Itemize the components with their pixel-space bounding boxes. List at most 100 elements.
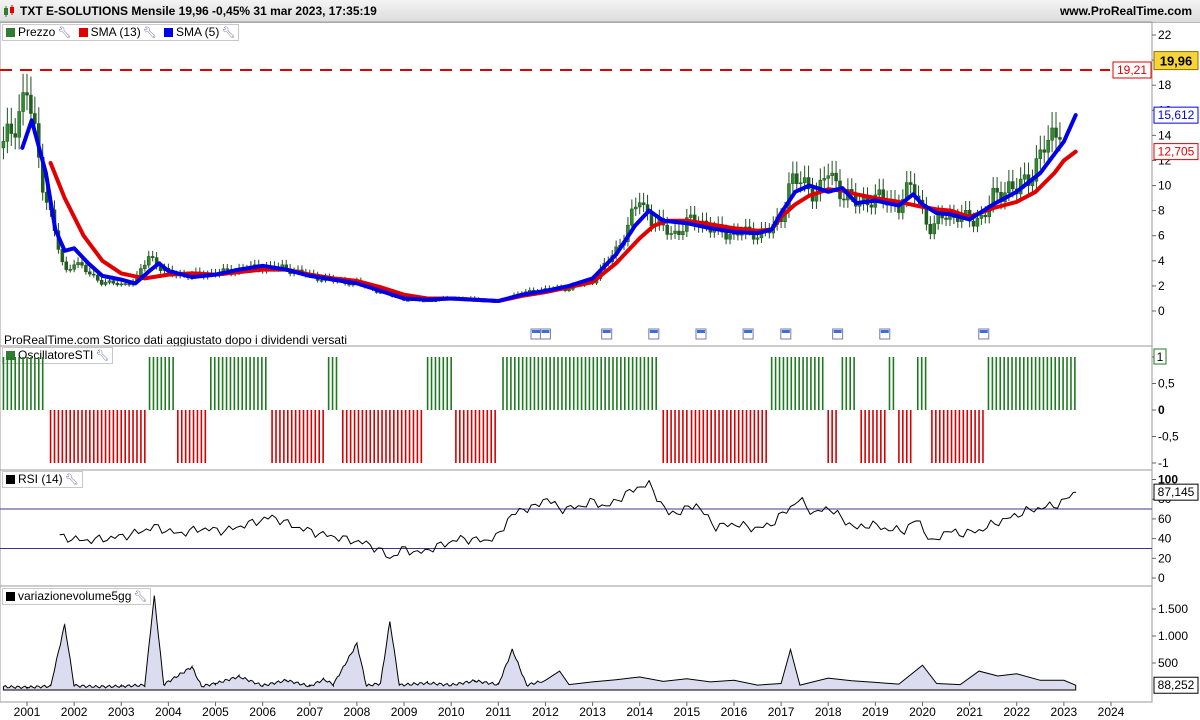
price-candle (150, 256, 155, 258)
volume-area (2, 595, 1077, 691)
price-candle (1042, 149, 1046, 153)
dividend-marker-band (649, 330, 658, 333)
price-candle (724, 231, 728, 240)
dividend-marker-band (781, 330, 790, 333)
price-candle (826, 175, 830, 179)
price-tick-label: 2 (1158, 279, 1165, 293)
price-candle (936, 214, 940, 224)
price-candle (1058, 137, 1062, 140)
price-candle (9, 123, 14, 134)
price-candle (932, 223, 937, 235)
price-candle (975, 218, 980, 227)
price-candle (80, 262, 84, 266)
price-candle (928, 224, 933, 235)
price-candle (1022, 174, 1027, 180)
x-tick-label: 2011 (485, 705, 511, 719)
price-candle (630, 208, 634, 226)
rsi-last-label: 87,145 (1158, 485, 1195, 499)
price-candle (319, 280, 324, 282)
price-candle (1007, 181, 1011, 194)
osc-tick-label: 0,5 (1158, 377, 1175, 391)
x-tick-label: 2014 (626, 705, 653, 719)
price-candle (92, 273, 96, 276)
price-candle (908, 182, 913, 185)
price-candle (869, 204, 874, 208)
price-candle (1, 141, 6, 149)
price-tag-label: 19,21 (1117, 63, 1147, 77)
osc-last-label: 1 (1157, 350, 1164, 364)
price-candle (1011, 181, 1015, 190)
price-tick-label: 22 (1158, 28, 1172, 42)
price-candle (99, 280, 104, 285)
vol-tick-label: 500 (1158, 656, 1178, 670)
price-candle (29, 94, 33, 114)
price-candle (677, 230, 681, 235)
price-candle (842, 198, 846, 201)
price-candle (689, 214, 693, 218)
price-candle (822, 178, 827, 181)
price-candle (995, 187, 999, 193)
rsi-panel-frame (0, 469, 1153, 587)
dividend-marker-band (696, 330, 705, 333)
price-candle (1054, 127, 1058, 138)
dividend-marker-band (532, 330, 541, 333)
price-candle (68, 269, 72, 271)
dividend-marker-band (833, 330, 842, 333)
price-candle (979, 214, 984, 219)
chart-canvas[interactable]: 024681012141618202219,2119,9615,61212,70… (0, 0, 1200, 720)
x-tick-label: 2015 (673, 705, 700, 719)
price-tick-label: 10 (1158, 179, 1172, 193)
price-candle (567, 289, 571, 292)
dividend-marker-band (979, 330, 988, 333)
x-tick-label: 2008 (344, 705, 371, 719)
chart-window: TXT E-SOLUTIONS Mensile 19,96 -0,45% 31 … (0, 0, 1200, 720)
price-candle (95, 274, 100, 281)
price-candle (25, 92, 29, 96)
vol-last-label: 88,252 (1158, 678, 1195, 692)
dividend-marker-band (602, 330, 611, 333)
x-tick-label: 2018 (815, 705, 842, 719)
vol-tick-label: 1.500 (1158, 602, 1188, 616)
dividend-marker-band (880, 330, 889, 333)
rsi-tick-label: 20 (1158, 551, 1172, 565)
x-tick-label: 2005 (202, 705, 229, 719)
price-candle (119, 283, 124, 286)
x-tick-label: 2003 (108, 705, 135, 719)
x-tick-label: 2021 (956, 705, 983, 719)
price-candle (225, 268, 230, 270)
price-candle (88, 271, 92, 275)
price-candle (84, 265, 88, 273)
price-candle (791, 173, 795, 184)
x-tick-label: 2004 (155, 705, 182, 719)
price-candle (641, 202, 646, 205)
price-candle (802, 177, 807, 184)
x-tick-label: 2009 (391, 705, 418, 719)
rsi-tick-label: 60 (1158, 512, 1172, 526)
price-candle (17, 111, 21, 138)
dividend-marker-band (541, 330, 550, 333)
last-price-label: 19,96 (1160, 54, 1193, 69)
price-candle (877, 189, 882, 196)
price-candle (1046, 139, 1050, 153)
price-candle (681, 231, 685, 235)
price-candle (64, 261, 69, 270)
x-tick-label: 2022 (1003, 705, 1030, 719)
price-candle (76, 262, 80, 266)
rsi-line (59, 480, 1077, 559)
sma-value-label: 12,705 (1158, 145, 1195, 159)
x-tick-label: 2017 (768, 705, 795, 719)
price-candle (115, 283, 120, 286)
price-candle (637, 202, 642, 208)
price-candle (123, 283, 127, 285)
price-candle (1038, 149, 1043, 159)
osc-tick-label: 0 (1158, 403, 1165, 417)
price-candle (139, 268, 143, 276)
price-candle (21, 92, 25, 112)
price-candle (983, 214, 988, 218)
x-tick-label: 2019 (862, 705, 889, 719)
x-tick-label: 2001 (14, 705, 41, 719)
price-panel-frame (0, 21, 1153, 347)
price-candle (665, 224, 669, 235)
price-candle (147, 256, 151, 266)
x-tick-label: 2010 (438, 705, 465, 719)
